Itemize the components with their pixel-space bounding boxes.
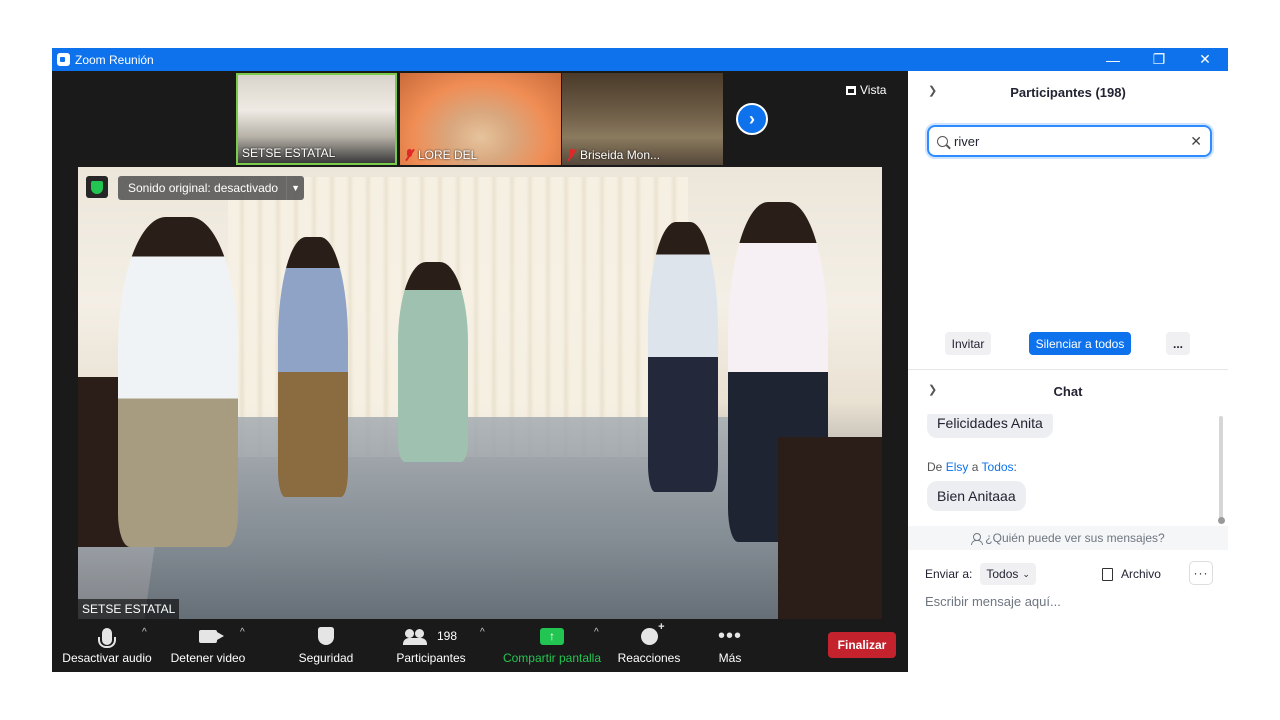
chevron-up-icon[interactable]: ^ [142, 627, 147, 638]
more-button[interactable]: ••• Más [708, 621, 752, 672]
speaker-name: SETSE ESTATAL [78, 599, 180, 619]
chat-recipient[interactable]: Todos [982, 460, 1014, 474]
chat-title: Chat [1053, 383, 1083, 399]
participants-header: ❯ Participantes (198) [908, 71, 1228, 113]
video-person [118, 217, 238, 547]
share-screen-icon: ↑ [540, 627, 564, 645]
chevron-down-icon[interactable]: ❯ [928, 84, 937, 97]
original-sound-label: Sonido original: desactivado [128, 181, 279, 195]
chevron-down-icon[interactable]: ▼ [286, 176, 304, 200]
view-button[interactable]: Vista [846, 83, 886, 97]
clear-search-icon[interactable]: ✕ [1190, 133, 1202, 150]
emoji-icon [640, 621, 665, 645]
title-bar: Zoom Reunión — ❐ ✕ [52, 48, 1228, 71]
thumbnail-name: SETSE ESTATAL [242, 146, 336, 160]
file-button[interactable]: Archivo [1101, 567, 1161, 581]
reactions-button[interactable]: Reacciones [616, 621, 682, 672]
user-lock-icon [971, 532, 984, 545]
restore-button[interactable]: ❐ [1136, 48, 1182, 71]
send-to-label: Enviar a: [925, 567, 973, 581]
security-button[interactable]: Seguridad [292, 621, 360, 672]
main-video: Sonido original: desactivado ▼ SETSE EST… [78, 167, 882, 619]
view-label: Vista [860, 83, 887, 97]
participant-thumbnail[interactable]: LORE DEL [400, 73, 561, 165]
chat-scrollbar[interactable] [1219, 416, 1223, 520]
grid-view-icon [846, 85, 856, 95]
share-screen-button[interactable]: ↑ ^ Compartir pantalla [500, 621, 604, 672]
chat-header: ❯ Chat [908, 370, 1228, 412]
send-to-row: Enviar a: Todos ⌄ Archivo ··· [925, 561, 1215, 586]
thumbnail-name: LORE DEL [418, 148, 478, 162]
meeting-toolbar: ^ Desactivar audio ^ Detener video Segur… [52, 621, 908, 672]
next-page-button[interactable]: › [736, 103, 768, 135]
chat-messages: Felicidades Anita De Elsy a Todos: Bien … [908, 414, 1228, 526]
chevron-up-icon[interactable]: ^ [480, 627, 485, 638]
video-camera-icon [199, 629, 224, 643]
zoom-window: Zoom Reunión — ❐ ✕ SETSE ESTATAL LORE DE… [52, 48, 1228, 672]
stop-video-button[interactable]: ^ Detener video [166, 621, 250, 672]
video-person [398, 262, 468, 462]
original-sound-toggle[interactable]: Sonido original: desactivado ▼ [118, 176, 305, 200]
participant-search-input[interactable]: river ✕ [927, 125, 1212, 157]
participants-title: Participantes (198) [1010, 84, 1126, 100]
minimize-button[interactable]: — [1090, 48, 1136, 71]
thumbnail-name: Briseida Mon... [580, 148, 661, 162]
participants-button[interactable]: 198 ^ Participantes [392, 621, 484, 672]
chevron-down-icon: ⌄ [1022, 568, 1030, 579]
more-dots-icon: ••• [717, 625, 742, 647]
chat-message: Felicidades Anita [927, 414, 1053, 438]
chat-sender-line: De Elsy a Todos: [927, 460, 1017, 474]
who-can-see-link[interactable]: ¿Quién puede ver sus mensajes? [908, 526, 1228, 550]
end-meeting-button[interactable]: Finalizar [828, 632, 896, 658]
chevron-up-icon[interactable]: ^ [594, 627, 599, 638]
participant-thumbnail[interactable]: SETSE ESTATAL [236, 73, 397, 165]
file-icon [1101, 567, 1113, 581]
video-person [278, 237, 348, 497]
mute-audio-button[interactable]: ^ Desactivar audio [60, 621, 154, 672]
side-panel: ❯ Participantes (198) river ✕ Invitar Si… [908, 71, 1228, 672]
chevron-down-icon[interactable]: ❯ [928, 383, 937, 396]
chat-message-input[interactable]: Escribir mensaje aquí... [925, 594, 1061, 609]
chevron-right-icon: › [749, 108, 755, 129]
search-icon [937, 135, 948, 147]
video-person [648, 222, 718, 492]
zoom-logo-icon [57, 53, 70, 66]
video-table [143, 417, 823, 619]
send-to-select[interactable]: Todos ⌄ [980, 563, 1036, 585]
mute-all-button[interactable]: Silenciar a todos [1029, 332, 1131, 355]
close-button[interactable]: ✕ [1182, 48, 1228, 71]
invite-button[interactable]: Invitar [945, 332, 991, 355]
chat-scrollbar-thumb[interactable] [1218, 517, 1225, 524]
participants-count: 198 [436, 629, 458, 643]
chat-more-button[interactable]: ··· [1189, 561, 1213, 585]
mic-muted-icon [404, 149, 415, 161]
chevron-up-icon[interactable]: ^ [240, 627, 245, 638]
participants-more-button[interactable]: ... [1166, 332, 1190, 355]
search-value: river [954, 133, 980, 149]
chat-message: Bien Anitaaa [927, 481, 1026, 511]
participant-thumbnail[interactable]: Briseida Mon... [562, 73, 723, 165]
mic-muted-icon [566, 149, 577, 161]
video-stage: SETSE ESTATAL LORE DEL Briseida Mon... ›… [52, 71, 908, 672]
window-title: Zoom Reunión [75, 52, 154, 67]
chat-sender[interactable]: Elsy [946, 460, 969, 474]
video-chair [778, 437, 882, 619]
shield-icon [318, 627, 334, 645]
microphone-icon [98, 627, 116, 648]
participants-icon [402, 629, 427, 645]
encryption-shield-icon[interactable] [86, 176, 108, 198]
